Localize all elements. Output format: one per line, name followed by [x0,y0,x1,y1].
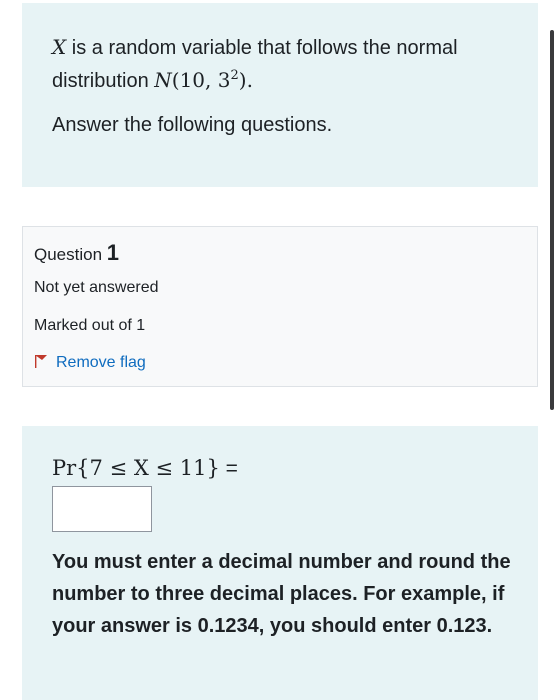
question-state: Not yet answered [34,279,159,296]
scrollbar[interactable] [550,30,554,410]
intro-instruction: Answer the following questions. [52,114,333,136]
answer-instructions: You must enter a decimal number and roun… [52,551,511,637]
remove-flag-link[interactable]: Remove flag [34,352,146,374]
random-variable-symbol: X [52,35,67,59]
question-grade: Marked out of 1 [34,317,146,334]
intro-panel: X is a random variable that follows the … [22,3,538,187]
remove-flag-label: Remove flag [56,354,146,371]
intro-text-2: distribution [52,70,155,92]
distribution-expression: N(10, 32). [154,68,253,92]
question-number: Question 1 [34,241,119,267]
question-info-panel: Question 1 Not yet answered Marked out o… [22,226,538,387]
question-number-value: 1 [106,240,120,265]
equals-sign: = [219,457,238,480]
distribution-args: (10, 3 [171,68,231,92]
intro-line-1: X is a random variable that follows the … [52,33,458,62]
probability-formula: Pr{7 ≤ X ≤ 11} [52,456,220,480]
answer-input[interactable] [52,486,152,532]
distribution-exponent: 2 [230,68,239,83]
distribution-symbol: N [154,68,172,92]
question-content-panel: Pr{7 ≤ X ≤ 11} = You must enter a decima… [22,426,538,700]
flag-icon [35,355,47,368]
intro-text-1: is a random variable that follows the no… [66,37,458,59]
intro-line-2: distribution N(10, 32). [52,66,253,95]
distribution-close: ). [238,68,253,92]
question-text: Pr{7 ≤ X ≤ 11} = [52,453,238,484]
question-label: Question [34,245,103,264]
